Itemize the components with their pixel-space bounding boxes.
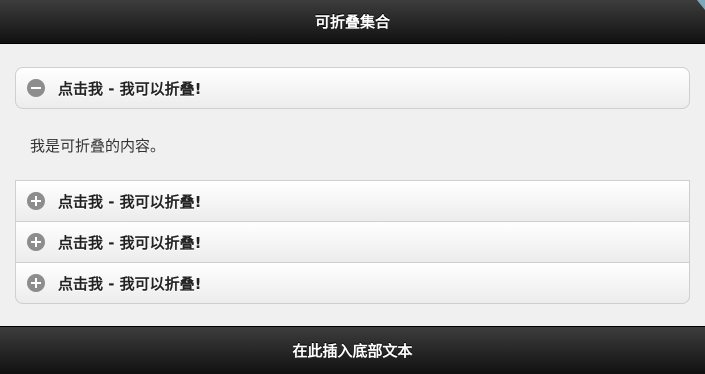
- collapsible-label: 点击我 - 我可以折叠!: [58, 79, 202, 98]
- collapsible-set: 点击我 - 我可以折叠! 我是可折叠的内容。 点击我 - 我可以折叠! 点击我 …: [15, 67, 690, 304]
- collapsible-label: 点击我 - 我可以折叠!: [58, 192, 202, 211]
- plus-icon: [27, 233, 45, 251]
- collapsible-header-2[interactable]: 点击我 - 我可以折叠!: [15, 180, 690, 222]
- page-title: 可折叠集合: [314, 13, 390, 31]
- collapsible-header-1[interactable]: 点击我 - 我可以折叠!: [15, 67, 690, 109]
- footer-text: 在此插入底部文本: [292, 342, 413, 360]
- collapsible-header-4[interactable]: 点击我 - 我可以折叠!: [15, 263, 690, 304]
- collapsible-label: 点击我 - 我可以折叠!: [58, 274, 202, 293]
- minus-icon: [27, 79, 45, 97]
- page-footer: 在此插入底部文本: [0, 326, 705, 374]
- collapsible-label: 点击我 - 我可以折叠!: [58, 233, 202, 252]
- collapsible-header-3[interactable]: 点击我 - 我可以折叠!: [15, 222, 690, 263]
- plus-icon: [27, 274, 45, 292]
- collapsible-content: 我是可折叠的内容。: [15, 109, 690, 180]
- page-header: 可折叠集合: [0, 0, 705, 44]
- collapsible-content-text: 我是可折叠的内容。: [30, 137, 166, 155]
- corner-decoration: [697, 0, 705, 10]
- plus-icon: [27, 192, 45, 210]
